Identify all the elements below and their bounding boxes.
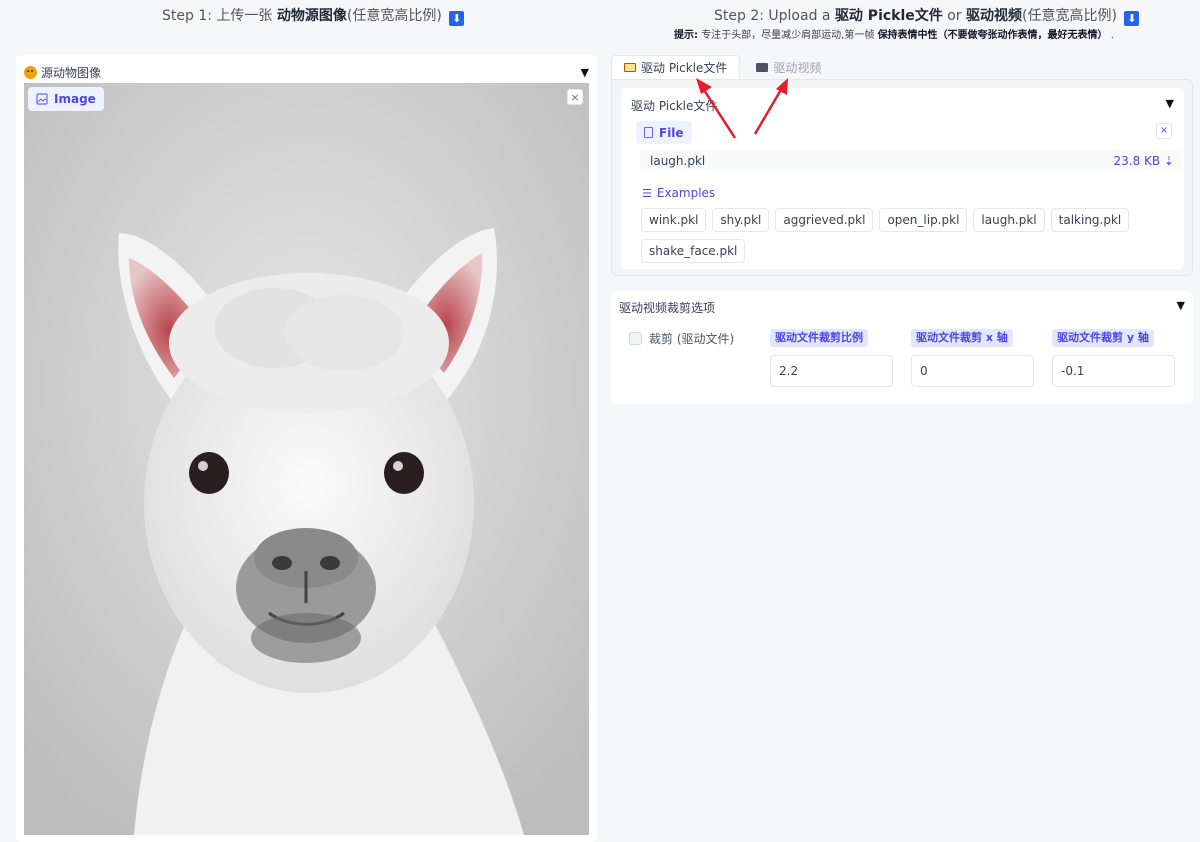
step2-title: Step 2: Upload a 驱动 Pickle文件 or 驱动视频(任意宽… bbox=[714, 5, 1140, 26]
annotation-arrows bbox=[696, 78, 788, 139]
examples-label: ☰ Examples bbox=[642, 186, 716, 200]
list-icon: ☰ bbox=[642, 186, 652, 200]
down-arrow-icon: ⬇ bbox=[449, 11, 465, 26]
file-label-badge: File bbox=[636, 121, 692, 144]
source-image-panel: 源动物图像 ▼ Image × bbox=[16, 55, 597, 842]
example-chip[interactable]: shy.pkl bbox=[712, 208, 770, 232]
file-name: laugh.pkl bbox=[650, 153, 706, 168]
example-chip[interactable]: aggrieved.pkl bbox=[775, 208, 874, 232]
film-icon bbox=[756, 62, 769, 72]
crop-ratio-field: 驱动文件裁剪比例 2.2 bbox=[770, 329, 893, 387]
caret-icon[interactable]: ▼ bbox=[1177, 299, 1185, 316]
folder-icon bbox=[624, 63, 636, 72]
source-image-accordion-header[interactable]: 源动物图像 ▼ bbox=[24, 63, 589, 81]
crop-checkbox[interactable]: 裁剪 (驱动文件) bbox=[629, 330, 734, 347]
clear-image-button[interactable]: × bbox=[567, 89, 583, 105]
image-icon bbox=[36, 93, 48, 105]
step1-title: Step 1: 上传一张 动物源图像(任意宽高比例) ⬇ bbox=[162, 5, 465, 26]
image-label-badge: Image bbox=[28, 87, 104, 111]
caret-icon[interactable]: ▼ bbox=[1166, 97, 1174, 114]
crop-ratio-input[interactable]: 2.2 bbox=[770, 355, 893, 387]
example-chip[interactable]: wink.pkl bbox=[641, 208, 707, 232]
crop-options-panel: 驱动视频裁剪选项 ▼ 裁剪 (驱动文件) 驱动文件裁剪比例 2.2 驱动文件裁剪… bbox=[611, 291, 1193, 404]
down-arrow-icon: ⬇ bbox=[1124, 11, 1140, 26]
crop-x-input[interactable]: 0 bbox=[911, 355, 1034, 387]
example-chip[interactable]: laugh.pkl bbox=[973, 208, 1045, 232]
cat-icon bbox=[24, 65, 37, 79]
crop-y-field: 驱动文件裁剪 y 轴 -0.1 bbox=[1052, 329, 1175, 387]
hint-text: 提示: 专注于头部，尽量减少肩部运动,第一帧 保持表情中性（不要做夸张动作表情，… bbox=[674, 30, 1114, 41]
example-chip[interactable]: shake_face.pkl bbox=[641, 239, 746, 263]
caret-icon[interactable]: ▼ bbox=[581, 66, 589, 79]
source-image-upload[interactable]: Image × bbox=[24, 83, 589, 835]
uploaded-file-row[interactable]: laugh.pkl 23.8 KB ⇣ bbox=[640, 150, 1182, 171]
file-size-download[interactable]: 23.8 KB ⇣ bbox=[1113, 154, 1174, 168]
example-chip[interactable]: talking.pkl bbox=[1050, 208, 1130, 232]
example-chip[interactable]: open_lip.pkl bbox=[879, 208, 968, 232]
crop-x-field: 驱动文件裁剪 x 轴 0 bbox=[911, 329, 1034, 387]
llama-photo bbox=[24, 83, 589, 835]
clear-file-button[interactable]: × bbox=[1156, 123, 1172, 139]
file-icon bbox=[644, 127, 653, 138]
crop-accordion-header[interactable]: 驱动视频裁剪选项 ▼ bbox=[619, 299, 1185, 316]
examples-list: wink.pkl shy.pkl aggrieved.pkl open_lip.… bbox=[641, 208, 1161, 263]
checkbox-box[interactable] bbox=[629, 332, 642, 345]
crop-y-input[interactable]: -0.1 bbox=[1052, 355, 1175, 387]
